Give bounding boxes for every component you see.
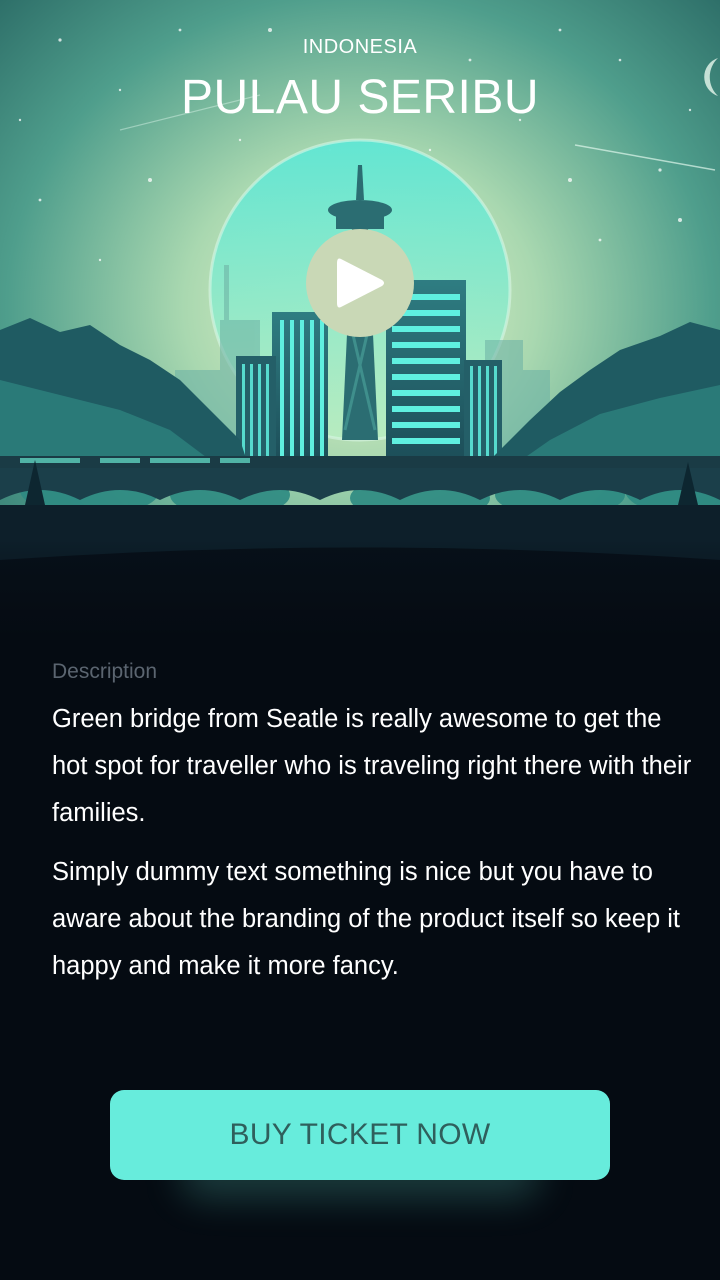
destination-title: PULAU SERIBU [180,71,540,124]
description-paragraph-2: Simply dummy text something is nice but … [52,858,680,980]
buy-ticket-button[interactable]: BUY TICKET NOW [110,1090,610,1180]
play-icon [337,258,384,308]
country-label: INDONESIA [302,36,418,58]
description-label: Description [52,660,158,683]
destination-detail-screen: INDONESIA PULAU SERIBU Description Green… [0,0,720,1280]
description-paragraph-1: Green bridge from Seatle is really aweso… [52,705,692,827]
description-section: Description Green bridge from Seatle is … [52,660,692,1002]
play-video-button[interactable] [306,229,414,337]
hero-illustration: INDONESIA PULAU SERIBU [0,0,720,640]
